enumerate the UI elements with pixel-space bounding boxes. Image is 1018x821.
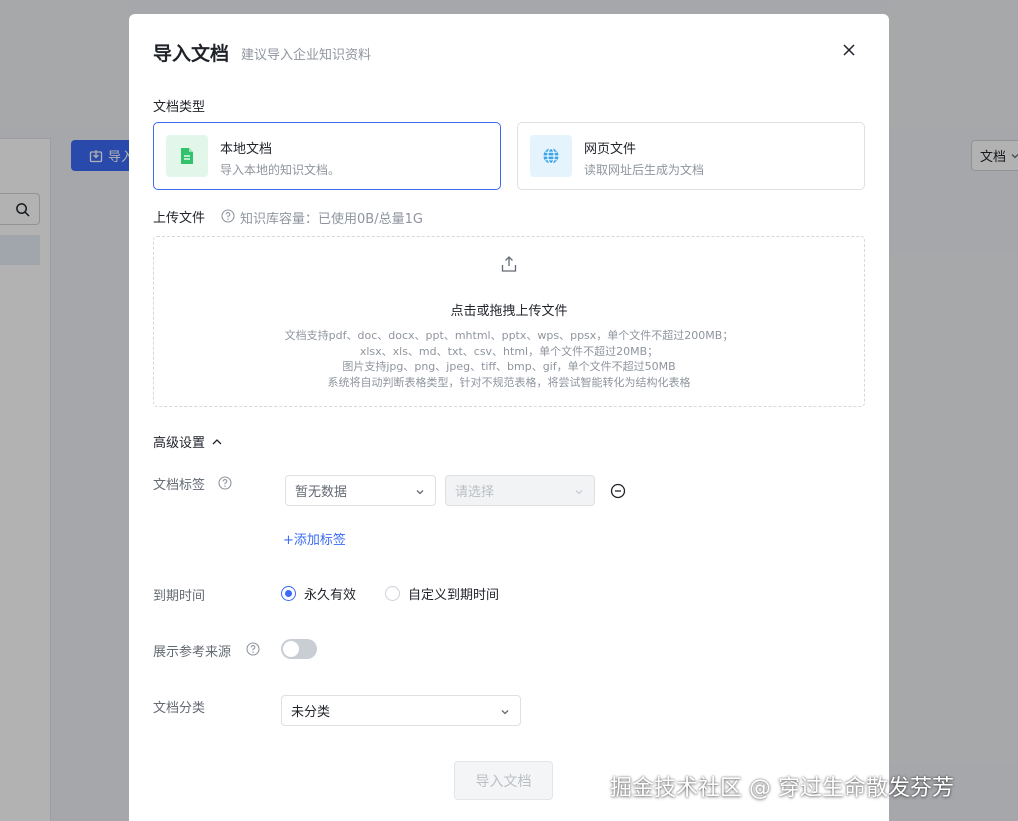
local-document-title: 本地文档 <box>220 142 273 157</box>
category-label: 文档分类 <box>153 701 206 716</box>
tag-value-select[interactable]: 请选择 <box>445 475 595 506</box>
expiry-permanent-radio[interactable]: 永久有效 <box>281 584 356 603</box>
show-source-switch[interactable] <box>281 639 317 659</box>
tag-name-value: 暂无数据 <box>295 485 348 500</box>
category-value: 未分类 <box>291 705 331 720</box>
add-tag-link[interactable]: +添加标签 <box>283 529 346 548</box>
advanced-settings-label: 高级设置 <box>153 436 206 451</box>
modal-subtitle: 建议导入企业知识资料 <box>241 48 372 63</box>
document-icon <box>166 135 208 177</box>
show-source-label: 展示参考来源 <box>153 645 232 660</box>
radio-label: 永久有效 <box>304 588 357 603</box>
chevron-up-icon <box>212 438 222 444</box>
tags-label: 文档标签 <box>153 478 206 493</box>
local-document-option[interactable]: 本地文档 导入本地的知识文档。 <box>153 122 501 190</box>
globe-icon <box>530 135 572 177</box>
chevron-down-icon <box>501 710 509 715</box>
upload-label: 上传文件 <box>153 211 206 226</box>
upload-dropzone[interactable]: 点击或拖拽上传文件 文档支持pdf、doc、docx、ppt、mhtml、ppt… <box>153 236 865 407</box>
chevron-down-icon <box>575 490 583 495</box>
modal-title: 导入文档 <box>153 43 230 65</box>
import-document-modal: 导入文档 建议导入企业知识资料 文档类型 本地文档 导入本地的知识文档。 网页文… <box>129 14 889 821</box>
upload-description: 文档支持pdf、doc、docx、ppt、mhtml、pptx、wps、ppsx… <box>154 328 864 390</box>
tag-value-placeholder: 请选择 <box>455 485 495 500</box>
radio-dot <box>385 586 400 601</box>
expiry-label: 到期时间 <box>153 589 206 604</box>
chevron-down-icon <box>416 490 424 495</box>
close-icon[interactable] <box>840 41 858 59</box>
upload-main-text: 点击或拖拽上传文件 <box>450 304 568 319</box>
web-file-title: 网页文件 <box>584 142 637 157</box>
category-select[interactable]: 未分类 <box>281 695 521 726</box>
help-icon[interactable] <box>246 642 260 656</box>
upload-desc-line: 系统将自动判断表格类型，针对不规范表格，将尝试智能转化为结构化表格 <box>327 375 691 389</box>
watermark-text: 掘金技术社区 @ 穿过生命散发芬芳 <box>610 776 954 801</box>
doc-type-label: 文档类型 <box>153 100 206 115</box>
web-file-desc: 读取网址后生成为文档 <box>584 163 705 177</box>
tag-name-select[interactable]: 暂无数据 <box>285 475 436 506</box>
upload-desc-line: xlsx、xls、md、txt、csv、html，单个文件不超过20MB； <box>359 344 659 358</box>
upload-desc-line: 图片支持jpg、png、jpeg、tiff、bmp、gif，单个文件不超过50M… <box>342 360 676 373</box>
radio-label: 自定义到期时间 <box>408 588 500 603</box>
import-submit-button[interactable]: 导入文档 <box>454 761 553 800</box>
help-icon[interactable] <box>221 209 235 223</box>
radio-dot <box>281 586 296 601</box>
switch-knob <box>283 641 299 657</box>
expiry-custom-radio[interactable]: 自定义到期时间 <box>385 584 499 603</box>
advanced-settings-toggle[interactable]: 高级设置 <box>153 432 223 451</box>
remove-tag-icon[interactable] <box>610 483 626 499</box>
local-document-desc: 导入本地的知识文档。 <box>220 163 341 177</box>
upload-desc-line: 文档支持pdf、doc、docx、ppt、mhtml、pptx、wps、ppsx… <box>284 329 734 342</box>
web-file-option[interactable]: 网页文件 读取网址后生成为文档 <box>517 122 865 190</box>
help-icon[interactable] <box>218 476 232 490</box>
capacity-text: 知识库容量：已使用0B/总量1G <box>240 212 423 227</box>
upload-icon <box>501 256 517 272</box>
